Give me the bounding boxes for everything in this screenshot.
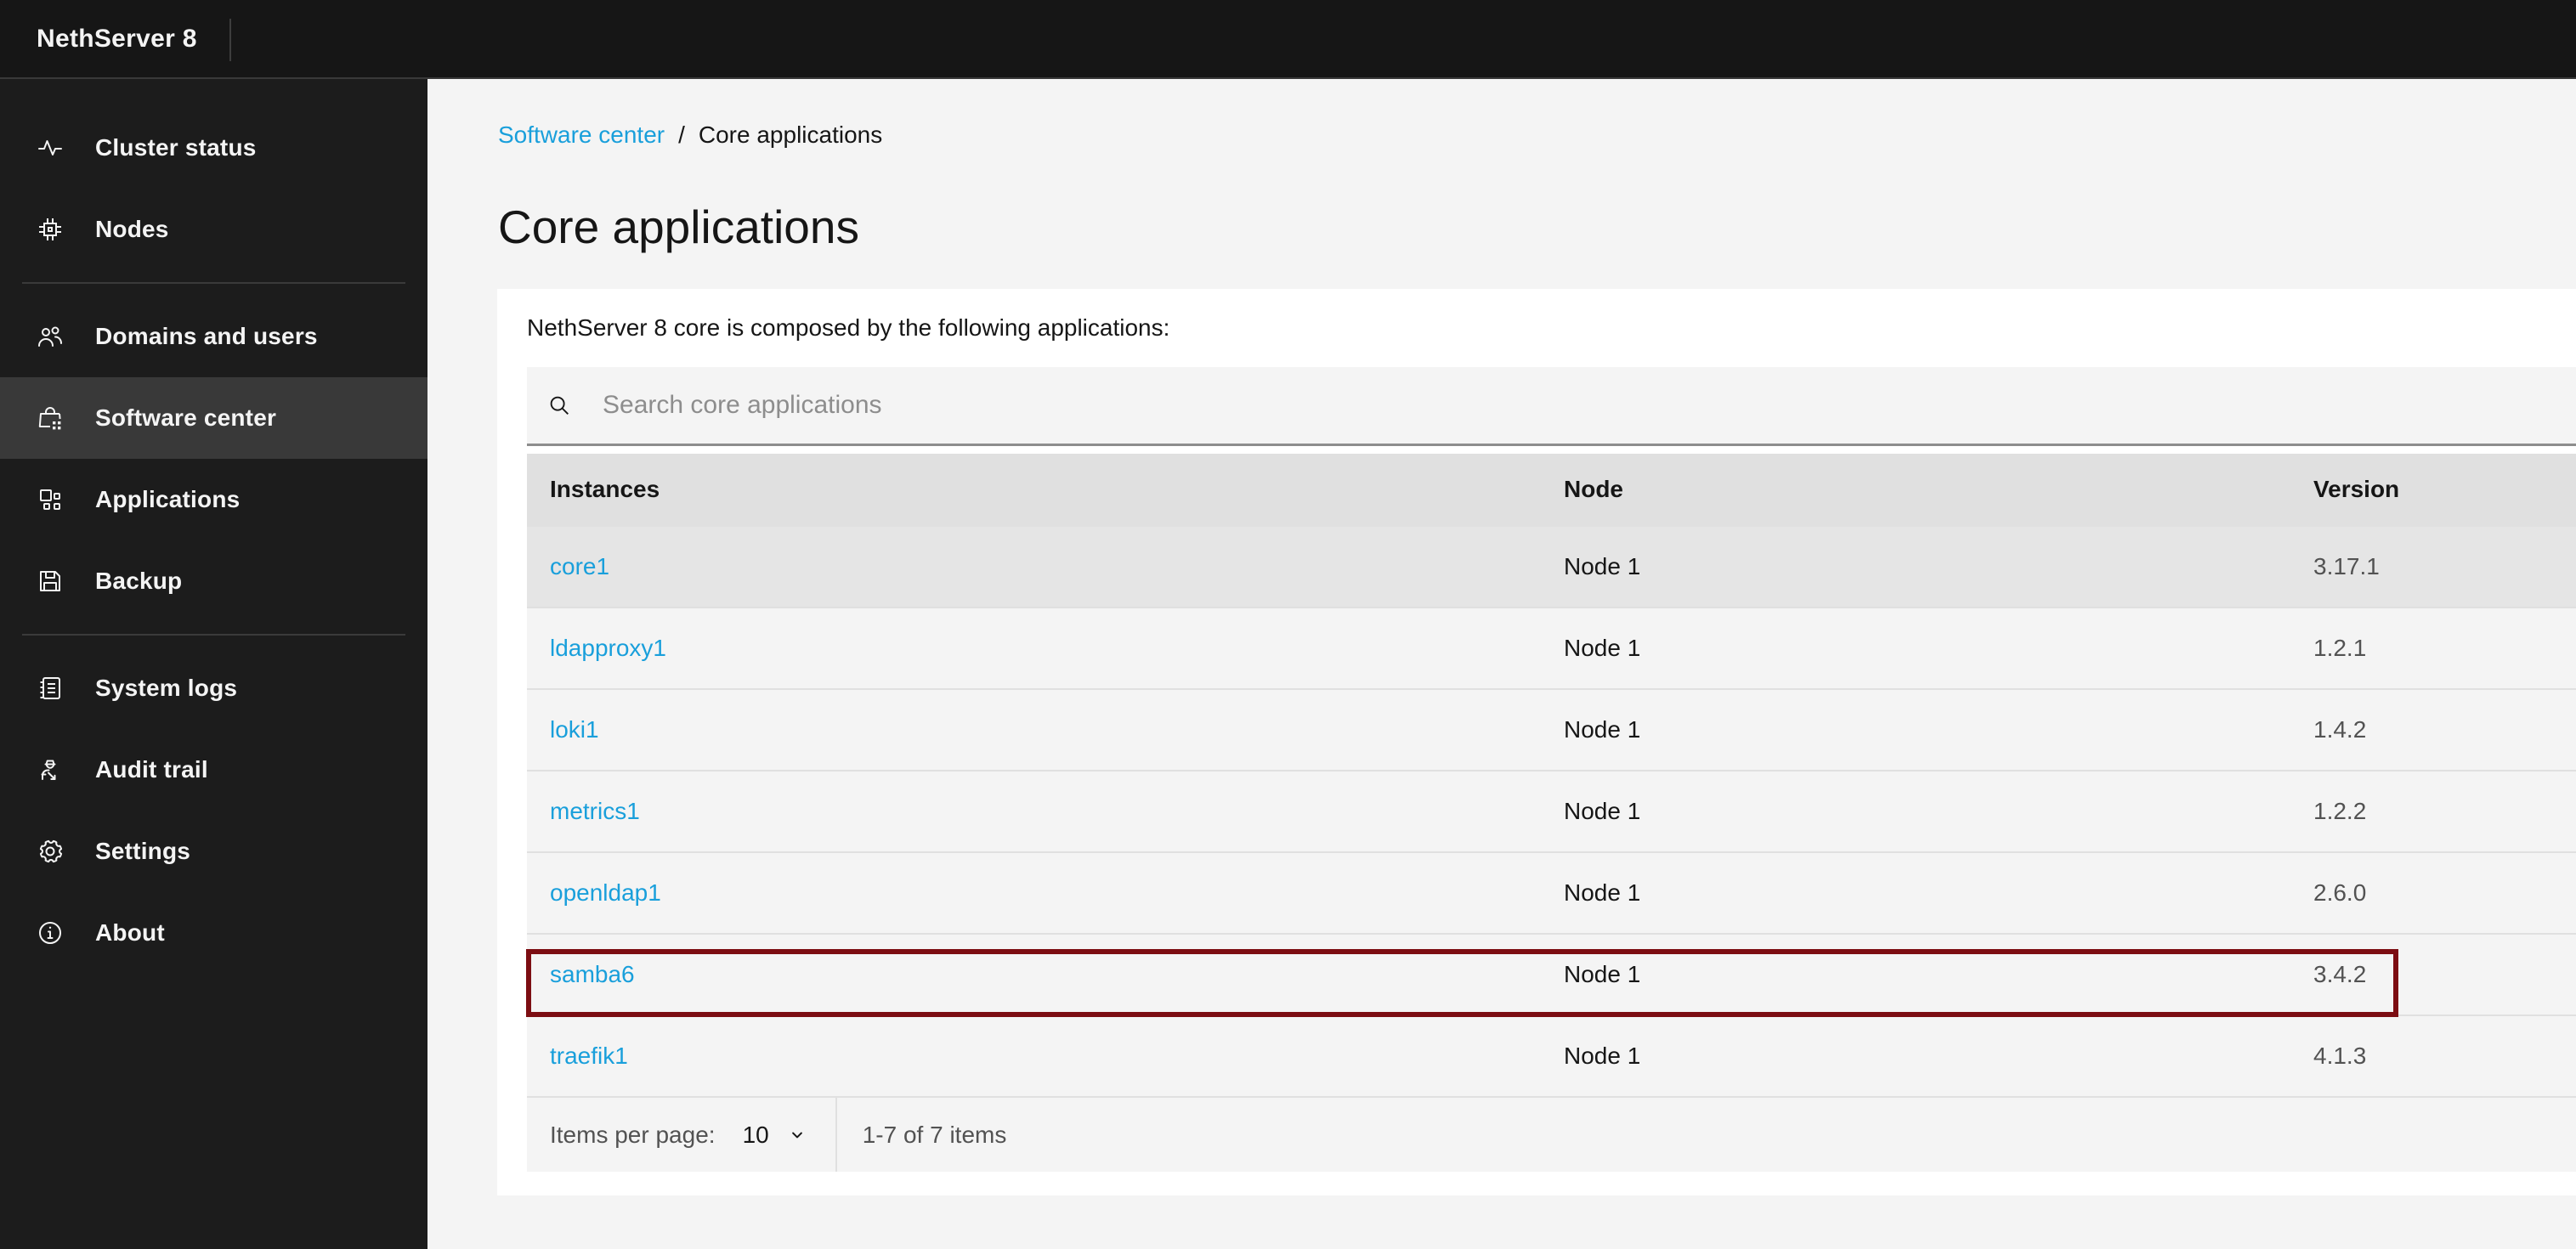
column-header-version: Version [2313, 476, 2400, 502]
node-cell: Node 1 [1564, 879, 1641, 906]
pagination-range: 1-7 of 7 items [862, 1121, 1007, 1148]
chip-icon [37, 216, 64, 243]
sidebar-item-label: About [95, 919, 165, 946]
table-row[interactable]: loki1 Node 1 1.4.2 [527, 688, 2576, 770]
search-icon [546, 393, 572, 418]
app-title: NethServer 8 [37, 24, 197, 53]
gear-icon [37, 838, 64, 865]
table-row[interactable]: metrics1 Node 1 1.2.2 [527, 770, 2576, 851]
node-cell: Node 1 [1564, 635, 1641, 661]
main-content: Software center / Core applications Core a… [427, 79, 2576, 1249]
breadcrumb-separator: / [678, 122, 685, 148]
items-per-page-label: Items per page: [550, 1121, 716, 1148]
instance-link-traefik1[interactable]: traefik1 [550, 1043, 628, 1069]
sidebar: Cluster status Nodes Domains and users S… [0, 79, 427, 1249]
version-cell: 1.2.1 [2313, 635, 2367, 661]
instance-link-ldapproxy1[interactable]: ldapproxy1 [550, 635, 666, 661]
breadcrumb-current: Core applications [698, 122, 883, 148]
sidebar-divider [22, 634, 405, 636]
page-title: Core applications [498, 201, 859, 253]
sidebar-item-settings[interactable]: Settings [0, 811, 427, 892]
sidebar-item-cluster-status[interactable]: Cluster status [0, 107, 427, 189]
header-divider [229, 19, 231, 61]
column-header-instances: Instances [550, 476, 660, 502]
node-cell: Node 1 [1564, 961, 1641, 987]
search-bar [527, 367, 2576, 446]
column-header-node: Node [1564, 476, 1623, 502]
sidebar-divider [22, 282, 405, 284]
audit-officer-icon [37, 756, 64, 783]
chevron-down-icon [786, 1124, 808, 1146]
instance-link-metrics1[interactable]: metrics1 [550, 798, 640, 824]
apps-grid-icon [37, 486, 64, 513]
table-row[interactable]: ldapproxy1 Node 1 1.2.1 [527, 607, 2576, 688]
activity-icon [37, 134, 64, 161]
save-icon [37, 568, 64, 595]
node-cell: Node 1 [1564, 1043, 1641, 1069]
sidebar-item-backup[interactable]: Backup [0, 540, 427, 622]
sidebar-item-label: Domains and users [95, 323, 318, 349]
table-row[interactable]: core1 Node 1 3.17.1 [527, 525, 2576, 607]
pagination-divider [835, 1098, 837, 1172]
node-cell: Node 1 [1564, 716, 1641, 743]
sidebar-item-domains-and-users[interactable]: Domains and users [0, 296, 427, 377]
info-icon [37, 919, 64, 947]
instance-link-openldap1[interactable]: openldap1 [550, 879, 661, 906]
group-icon [37, 323, 64, 350]
pagination-bar: Items per page: 10 1-7 of 7 items [527, 1096, 2576, 1172]
sidebar-item-label: Applications [95, 486, 241, 512]
version-cell: 2.6.0 [2313, 879, 2367, 906]
node-cell: Node 1 [1564, 798, 1641, 824]
software-bag-icon [37, 404, 64, 432]
table-row[interactable]: openldap1 Node 1 2.6.0 [527, 851, 2576, 933]
sidebar-item-label: Cluster status [95, 134, 257, 161]
node-cell: Node 1 [1564, 553, 1641, 579]
sidebar-item-label: Nodes [95, 216, 169, 242]
sidebar-item-label: Software center [95, 404, 277, 431]
version-cell: 4.1.3 [2313, 1043, 2367, 1069]
sidebar-item-label: Audit trail [95, 756, 208, 783]
instances-table: Instances Node Version core1 Node 1 3.17… [527, 454, 2576, 1096]
sidebar-item-audit-trail[interactable]: Audit trail [0, 729, 427, 811]
items-per-page-select[interactable]: 10 [743, 1098, 808, 1172]
search-input[interactable] [603, 391, 2576, 420]
instance-link-loki1[interactable]: loki1 [550, 716, 599, 743]
sidebar-item-applications[interactable]: Applications [0, 459, 427, 540]
table-row-samba6[interactable]: samba6 Node 1 3.4.2 [527, 933, 2576, 1014]
breadcrumb: Software center / Core applications [498, 122, 882, 149]
sidebar-item-label: Settings [95, 838, 191, 864]
version-cell: 3.4.2 [2313, 961, 2367, 987]
catalog-icon [37, 675, 64, 702]
instance-link-samba6[interactable]: samba6 [550, 961, 635, 987]
sidebar-item-software-center[interactable]: Software center [0, 377, 427, 459]
table-header-row: Instances Node Version [527, 454, 2576, 525]
instance-link-core1[interactable]: core1 [550, 553, 609, 579]
top-header: NethServer 8 [0, 0, 2576, 79]
sidebar-item-label: Backup [95, 568, 183, 594]
version-cell: 3.17.1 [2313, 553, 2380, 579]
sidebar-item-system-logs[interactable]: System logs [0, 647, 427, 729]
sidebar-item-about[interactable]: About [0, 892, 427, 974]
card-description: NethServer 8 core is composed by the fol… [527, 314, 1170, 341]
items-per-page-value: 10 [742, 1121, 769, 1148]
breadcrumb-link-software-center[interactable]: Software center [498, 122, 665, 148]
version-cell: 1.4.2 [2313, 716, 2367, 743]
sidebar-item-label: System logs [95, 675, 238, 701]
sidebar-item-nodes[interactable]: Nodes [0, 189, 427, 270]
table-row[interactable]: traefik1 Node 1 4.1.3 [527, 1014, 2576, 1096]
version-cell: 1.2.2 [2313, 798, 2367, 824]
core-applications-card: NethServer 8 core is composed by the fol… [497, 289, 2576, 1195]
